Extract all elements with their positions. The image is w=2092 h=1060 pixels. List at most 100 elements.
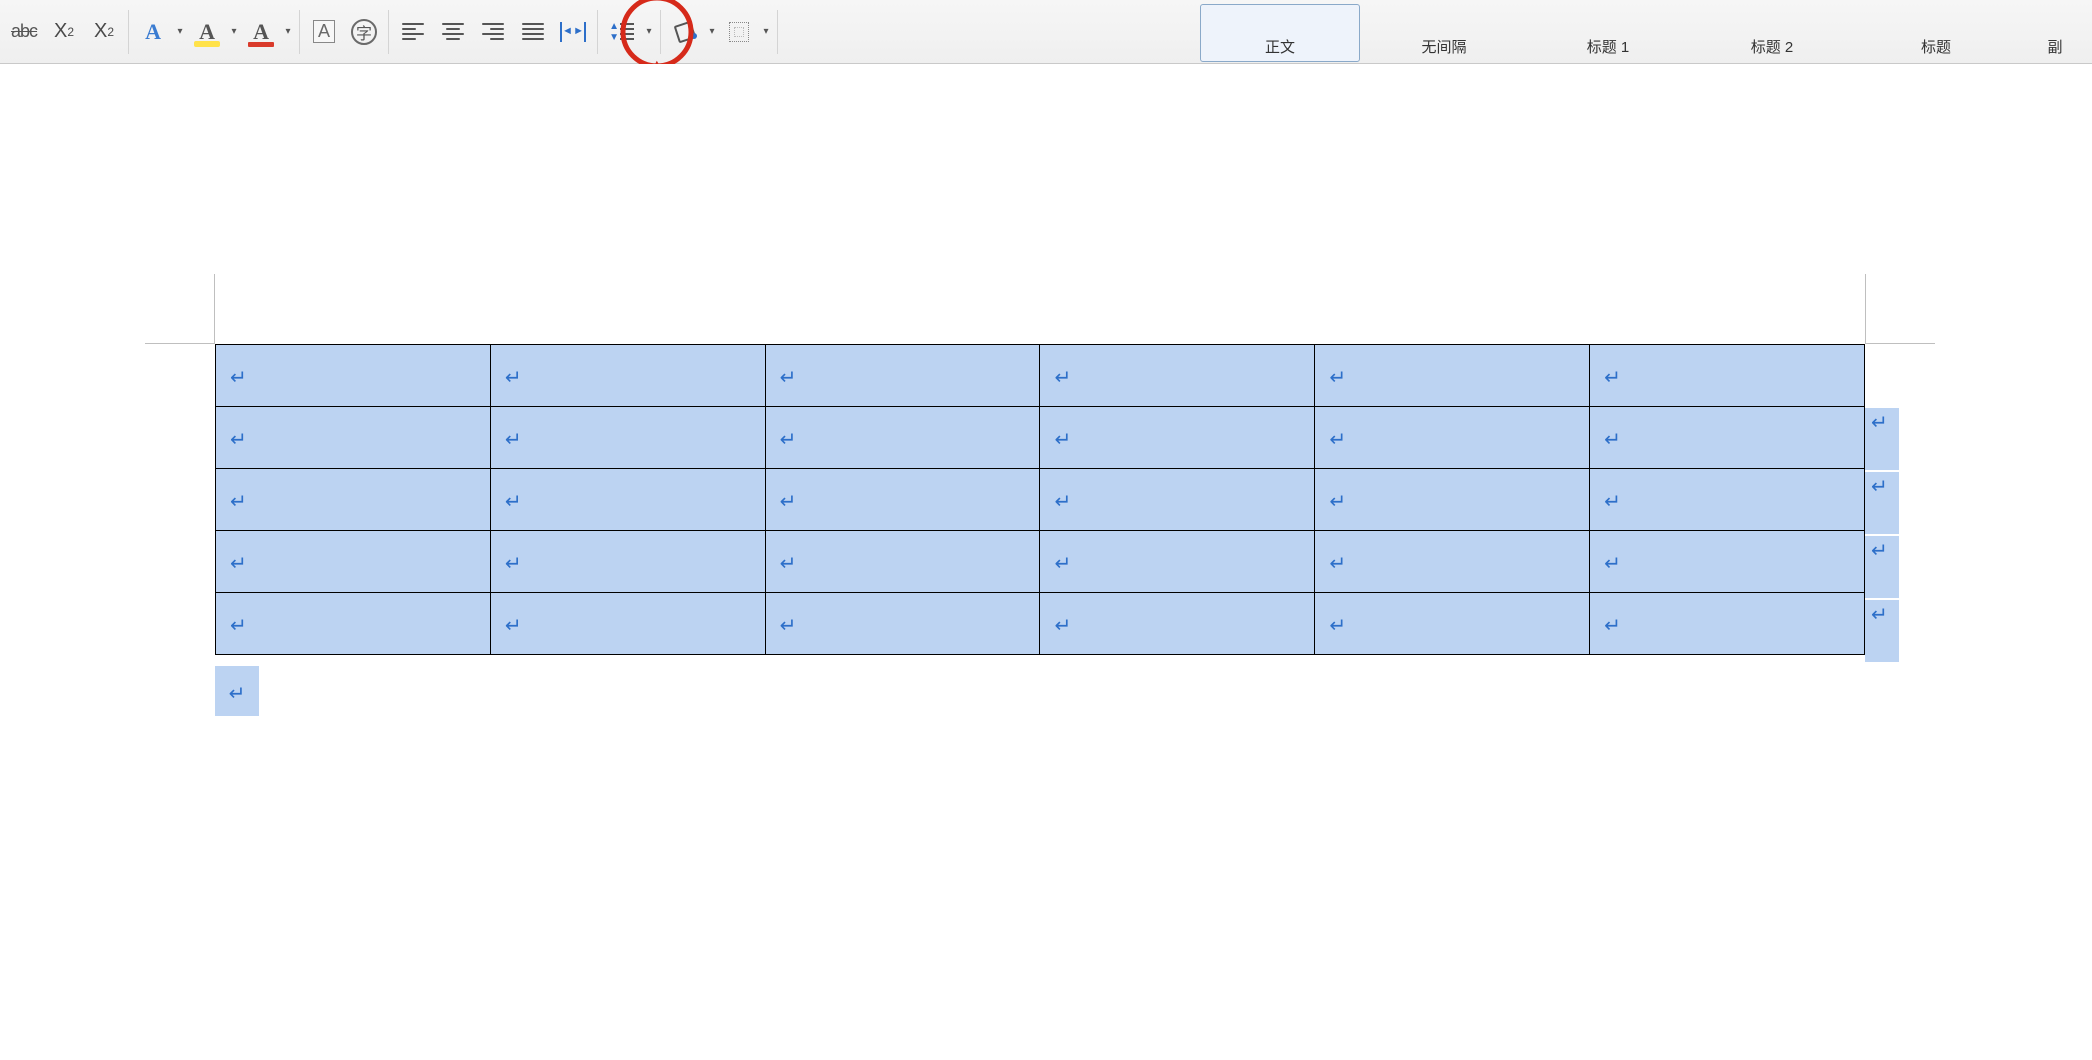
align-justify-icon bbox=[522, 23, 544, 41]
table-cell[interactable]: ↵ bbox=[490, 407, 765, 469]
style-label: 副 bbox=[2047, 36, 2062, 57]
paragraph-mark-icon: ↵ bbox=[230, 427, 247, 452]
line-spacing-dropdown-icon[interactable]: ▾ bbox=[644, 27, 654, 37]
line-spacing-button[interactable]: ▲▼ bbox=[604, 14, 640, 50]
strikethrough-icon: abc bbox=[11, 21, 37, 42]
document-table[interactable]: ↵↵↵↵↵↵↵↵↵↵↵↵↵↵↵↵↵↵↵↵↵↵↵↵↵↵↵↵↵↵ bbox=[215, 344, 1865, 655]
table-row[interactable]: ↵ ↵ ↵ ↵ ↵ ↵ bbox=[216, 593, 1865, 655]
paragraph-mark-icon: ↵ bbox=[1054, 489, 1071, 514]
table-cell[interactable]: ↵ bbox=[765, 407, 1040, 469]
table-cell[interactable]: ↵ bbox=[1315, 345, 1590, 407]
paragraph-mark-icon: ↵ bbox=[1054, 613, 1071, 638]
align-right-button[interactable] bbox=[475, 14, 511, 50]
text-effects-dropdown-icon[interactable]: ▾ bbox=[175, 27, 185, 37]
table-cell[interactable]: ↵ bbox=[1040, 407, 1315, 469]
shading-dropdown-icon[interactable]: ▾ bbox=[707, 27, 717, 37]
paragraph-mark-icon: ↵ bbox=[1054, 427, 1071, 452]
superscript-button[interactable]: X2 bbox=[86, 14, 122, 50]
style-item-heading1[interactable]: 标题 1 bbox=[1528, 4, 1688, 62]
paragraph-mark-icon: ↵ bbox=[780, 613, 797, 638]
borders-dropdown-icon[interactable]: ▾ bbox=[761, 27, 771, 37]
paragraph-mark-icon: ↵ bbox=[780, 551, 797, 576]
table-cell[interactable]: ↵ bbox=[216, 469, 491, 531]
highlight-button[interactable]: A bbox=[189, 14, 225, 50]
paragraph-mark-icon: ↵ bbox=[229, 681, 246, 706]
paragraph-mark-icon: ↵ bbox=[1604, 613, 1621, 638]
align-distributed-button[interactable]: ◄► bbox=[555, 14, 591, 50]
font-color-button[interactable]: A bbox=[243, 14, 279, 50]
table-cell[interactable]: ↵ bbox=[1590, 345, 1865, 407]
document-page[interactable]: ↵↵↵↵↵↵↵↵↵↵↵↵↵↵↵↵↵↵↵↵↵↵↵↵↵↵↵↵↵↵ bbox=[215, 344, 1865, 655]
table-cell[interactable]: ↵ bbox=[1040, 531, 1315, 593]
table-row[interactable]: ↵ ↵ ↵ ↵ ↵ ↵ bbox=[216, 407, 1865, 469]
borders-button[interactable] bbox=[721, 14, 757, 50]
paragraph-mark-icon: ↵ bbox=[505, 489, 522, 514]
table-cell[interactable]: ↵ bbox=[1040, 469, 1315, 531]
table-cell[interactable]: ↵ bbox=[1315, 593, 1590, 655]
style-item-normal[interactable]: 正文 bbox=[1200, 4, 1360, 62]
subscript-button[interactable]: X2 bbox=[46, 14, 82, 50]
table-cell[interactable]: ↵ bbox=[216, 593, 491, 655]
table-cell[interactable]: ↵ bbox=[765, 345, 1040, 407]
table-cell[interactable]: ↵ bbox=[1315, 531, 1590, 593]
table-cell[interactable]: ↵ bbox=[765, 469, 1040, 531]
style-label: 正文 bbox=[1265, 36, 1295, 57]
style-item-heading2[interactable]: 标题 2 bbox=[1692, 4, 1852, 62]
table-cell[interactable]: ↵ bbox=[1590, 469, 1865, 531]
paragraph-mark-icon: ↵ bbox=[1604, 365, 1621, 390]
align-justify-button[interactable] bbox=[515, 14, 551, 50]
enclose-char-icon: 字 bbox=[351, 19, 377, 45]
table-cell[interactable]: ↵ bbox=[1590, 407, 1865, 469]
style-item-subtitle[interactable]: 副 bbox=[2020, 4, 2090, 62]
table-cell[interactable]: ↵ bbox=[216, 531, 491, 593]
strikethrough-button[interactable]: abc bbox=[6, 14, 42, 50]
table-cell[interactable]: ↵ bbox=[1590, 531, 1865, 593]
paragraph-mark-icon: ↵ bbox=[505, 365, 522, 390]
table-cell[interactable]: ↵ bbox=[1315, 469, 1590, 531]
borders-icon bbox=[729, 22, 749, 42]
table-cell[interactable]: ↵ bbox=[1040, 593, 1315, 655]
table-row[interactable]: ↵ ↵ ↵ ↵ ↵ ↵ bbox=[216, 531, 1865, 593]
align-center-button[interactable] bbox=[435, 14, 471, 50]
paragraph-mark-icon: ↵ bbox=[230, 365, 247, 390]
table-cell[interactable]: ↵ bbox=[1315, 407, 1590, 469]
table-cell[interactable]: ↵ bbox=[490, 345, 765, 407]
style-label: 标题 bbox=[1921, 36, 1951, 57]
selection-strip: ↵ bbox=[1865, 408, 1899, 470]
paragraph-mark-icon: ↵ bbox=[1329, 613, 1346, 638]
align-left-button[interactable] bbox=[395, 14, 431, 50]
paragraph-mark-icon: ↵ bbox=[505, 427, 522, 452]
paragraph-mark-icon: ↵ bbox=[505, 551, 522, 576]
font-effects-group: abc X2 X2 bbox=[0, 10, 129, 54]
shading-button[interactable] bbox=[667, 14, 703, 50]
paragraph-mark-icon: ↵ bbox=[1329, 551, 1346, 576]
table-cell[interactable]: ↵ bbox=[765, 593, 1040, 655]
paragraph-mark-icon: ↵ bbox=[780, 489, 797, 514]
paragraph-mark-icon: ↵ bbox=[230, 613, 247, 638]
font-color-dropdown-icon[interactable]: ▾ bbox=[283, 27, 293, 37]
style-item-no-spacing[interactable]: 无间隔 bbox=[1364, 4, 1524, 62]
table-cell[interactable]: ↵ bbox=[490, 531, 765, 593]
line-spacing-icon: ▲▼ bbox=[610, 21, 634, 43]
align-right-icon bbox=[482, 23, 504, 41]
table-row[interactable]: ↵↵↵↵↵↵ bbox=[216, 469, 1865, 531]
paragraph-mark-icon: ↵ bbox=[1604, 427, 1621, 452]
paragraph-mark-icon: ↵ bbox=[1329, 365, 1346, 390]
highlight-dropdown-icon[interactable]: ▾ bbox=[229, 27, 239, 37]
table-cell[interactable]: ↵ bbox=[1040, 345, 1315, 407]
table-cell[interactable]: ↵ bbox=[216, 407, 491, 469]
trailing-paragraph-selection: ↵ bbox=[215, 666, 259, 716]
text-effects-button[interactable]: A bbox=[135, 14, 171, 50]
char-shading-icon: A bbox=[313, 20, 335, 43]
table-cell[interactable]: ↵ bbox=[216, 345, 491, 407]
table-row[interactable]: ↵↵↵↵↵↵ bbox=[216, 345, 1865, 407]
char-shading-button[interactable]: A bbox=[306, 14, 342, 50]
table-cell[interactable]: ↵ bbox=[765, 531, 1040, 593]
superscript-icon: X2 bbox=[94, 20, 114, 43]
table-cell[interactable]: ↵ bbox=[490, 469, 765, 531]
table-cell[interactable]: ↵ bbox=[490, 593, 765, 655]
style-item-title[interactable]: 标题 bbox=[1856, 4, 2016, 62]
table-cell[interactable]: ↵ bbox=[1590, 593, 1865, 655]
enclose-char-button[interactable]: 字 bbox=[346, 14, 382, 50]
document-area[interactable]: ↵ ↵ ↵ ↵ ↵↵↵↵↵↵↵↵↵↵↵↵↵↵↵↵↵↵↵↵↵↵↵↵↵↵↵↵↵↵ ↵ bbox=[0, 64, 2092, 1060]
